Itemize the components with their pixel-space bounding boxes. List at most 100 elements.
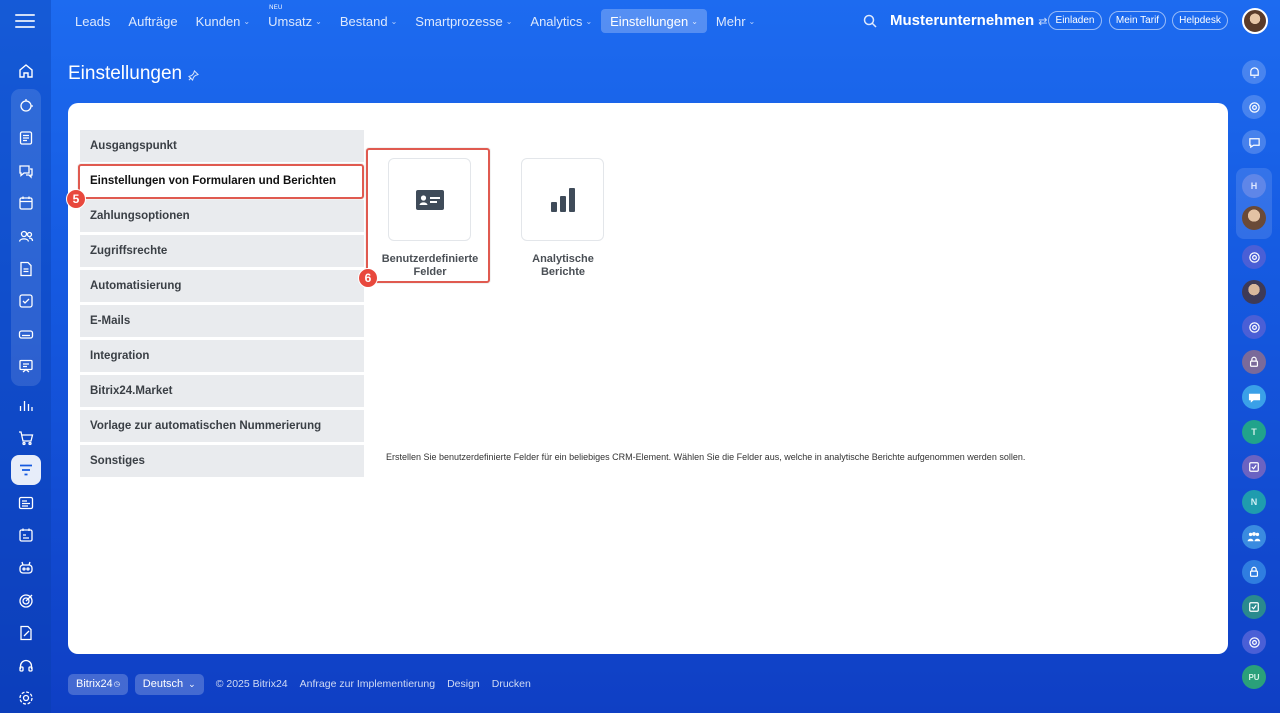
language-selector[interactable]: Deutsch ⌄: [134, 673, 204, 695]
sites-icon[interactable]: [11, 488, 41, 518]
step-badge-6: 6: [358, 268, 378, 288]
menu-item-integration[interactable]: Integration: [80, 340, 364, 372]
menu-item-zahlungsoptionen[interactable]: Zahlungsoptionen: [80, 200, 364, 232]
menu-item-emails[interactable]: E-Mails: [80, 305, 364, 337]
invite-button[interactable]: Einladen: [1048, 11, 1102, 30]
bell-icon[interactable]: [1242, 60, 1266, 84]
chat-icon[interactable]: [11, 156, 41, 186]
target-icon[interactable]: [11, 586, 41, 616]
implementation-link[interactable]: Anfrage zur Implementierung: [300, 678, 435, 690]
robot-icon[interactable]: [11, 553, 41, 583]
feed-icon[interactable]: [11, 123, 41, 153]
print-link[interactable]: Drucken: [492, 678, 531, 690]
calendar-icon[interactable]: [11, 188, 41, 218]
nav-item-umsatz[interactable]: NEU Umsatz ⌄: [259, 5, 331, 33]
settings-card: Ausgangspunkt Einstellungen von Formular…: [66, 103, 1228, 654]
chevron-down-icon: ⌄: [243, 16, 251, 26]
menu-item-zugriffsrechte[interactable]: Zugriffsrechte: [80, 235, 364, 267]
nav-item-auftraege[interactable]: Aufträge: [119, 9, 186, 33]
chevron-down-icon: ⌄: [505, 16, 513, 26]
drive-icon[interactable]: [11, 319, 41, 349]
workgroups-icon[interactable]: [11, 520, 41, 550]
page-title: Einstellungen: [68, 63, 183, 84]
nav-item-analytics[interactable]: Analytics ⌄: [521, 9, 601, 33]
lock-icon[interactable]: [1242, 350, 1266, 374]
clock-icon: ◷: [113, 681, 120, 688]
tasks-icon[interactable]: [11, 286, 41, 316]
design-link[interactable]: Design: [447, 678, 480, 690]
sign-icon[interactable]: [11, 618, 41, 648]
task-check-icon[interactable]: [1242, 595, 1266, 619]
my-plan-button[interactable]: Mein Tarif: [1109, 11, 1166, 30]
nav-item-kunden[interactable]: Kunden ⌄: [187, 9, 260, 33]
tile-analytics-reports[interactable]: [521, 158, 604, 241]
nav-item-einstellungen[interactable]: Einstellungen ⌄: [601, 9, 707, 33]
settings-gear-icon[interactable]: [11, 683, 41, 713]
home-icon[interactable]: [11, 56, 41, 86]
chat-bubble-icon[interactable]: [1242, 385, 1266, 409]
lock-icon[interactable]: [1242, 560, 1266, 584]
menu-item-nummerierung[interactable]: Vorlage zur automatischen Nummerierung: [80, 410, 364, 442]
crm-filter-icon[interactable]: [10, 455, 41, 486]
messenger-icon[interactable]: [1242, 130, 1266, 154]
nav-label: Mehr: [715, 13, 746, 29]
avatar-n[interactable]: N: [1242, 490, 1266, 514]
company-name[interactable]: Musterunternehmen ⇄: [890, 12, 1047, 29]
analytics-icon[interactable]: [11, 390, 41, 420]
swap-icon: ⇄: [1038, 16, 1048, 28]
copilot-icon[interactable]: [1242, 95, 1266, 119]
helpdesk-button[interactable]: Helpdesk: [1172, 11, 1228, 30]
nav-label: Leads: [75, 13, 111, 29]
bar-chart-icon: [550, 187, 575, 212]
menu-item-sonstiges[interactable]: Sonstiges: [80, 445, 364, 477]
group-icon[interactable]: [1242, 525, 1266, 549]
document-icon[interactable]: [11, 254, 41, 284]
nav-item-leads[interactable]: Leads: [66, 9, 119, 33]
menu-item-automatisierung[interactable]: Automatisierung: [80, 270, 364, 302]
avatar-pu[interactable]: PU: [1242, 665, 1266, 689]
chevron-down-icon: ⌄: [585, 16, 593, 26]
left-icon-group: [10, 88, 41, 386]
tile-label-analytics-reports[interactable]: Analytische Berichte: [508, 253, 618, 279]
menu-icon[interactable]: [15, 14, 35, 28]
avatar-photo[interactable]: [1242, 206, 1266, 230]
new-badge: NEU: [269, 5, 283, 11]
right-sidebar: H T N PU: [1236, 60, 1272, 700]
channel-icon[interactable]: [1242, 630, 1266, 654]
avatar-h[interactable]: H: [1242, 174, 1266, 198]
brand-button[interactable]: Bitrix24 ◷: [68, 673, 128, 695]
chevron-down-icon: ⌄: [748, 16, 756, 26]
nav-item-bestand[interactable]: Bestand ⌄: [331, 9, 406, 33]
user-avatar[interactable]: [1242, 8, 1268, 34]
contacts-icon[interactable]: [11, 221, 41, 251]
nav-item-mehr[interactable]: Mehr ⌄: [707, 9, 764, 33]
company-label: Musterunternehmen: [890, 12, 1035, 29]
puzzle-icon[interactable]: [11, 91, 41, 121]
channel-icon[interactable]: [1242, 315, 1266, 339]
nav-label: Einstellungen: [610, 13, 689, 29]
chevron-down-icon: ⌄: [390, 16, 398, 26]
presentation-icon[interactable]: [11, 351, 41, 381]
recent-chats-group: H: [1236, 168, 1272, 239]
chevron-down-icon: ⌄: [315, 16, 322, 26]
avatar-photo[interactable]: [1242, 280, 1266, 304]
top-navigation: Leads Aufträge Kunden ⌄ NEU Umsatz ⌄ Bestan…: [66, 5, 764, 34]
headset-icon[interactable]: [11, 651, 41, 681]
left-sidebar: [0, 0, 51, 713]
cart-icon[interactable]: [11, 423, 41, 453]
tile-label-line: Berichte: [540, 266, 586, 278]
channel-icon[interactable]: [1242, 245, 1266, 269]
nav-label: Bestand: [339, 13, 388, 29]
menu-item-market[interactable]: Bitrix24.Market: [80, 375, 364, 407]
search-icon[interactable]: [862, 13, 878, 29]
highlight-box-step5: [78, 164, 364, 199]
avatar-t[interactable]: T: [1242, 420, 1266, 444]
menu-item-ausgangspunkt[interactable]: Ausgangspunkt: [80, 130, 364, 162]
pin-icon[interactable]: [188, 70, 199, 81]
brand-label: Bitrix24: [76, 678, 113, 690]
left-icon-list: [0, 56, 51, 713]
nav-item-smartprozesse[interactable]: Smartprozesse ⌄: [406, 9, 521, 33]
nav-label: Aufträge: [128, 13, 178, 29]
task-check-icon[interactable]: [1242, 455, 1266, 479]
highlight-box-step6: [366, 148, 490, 283]
